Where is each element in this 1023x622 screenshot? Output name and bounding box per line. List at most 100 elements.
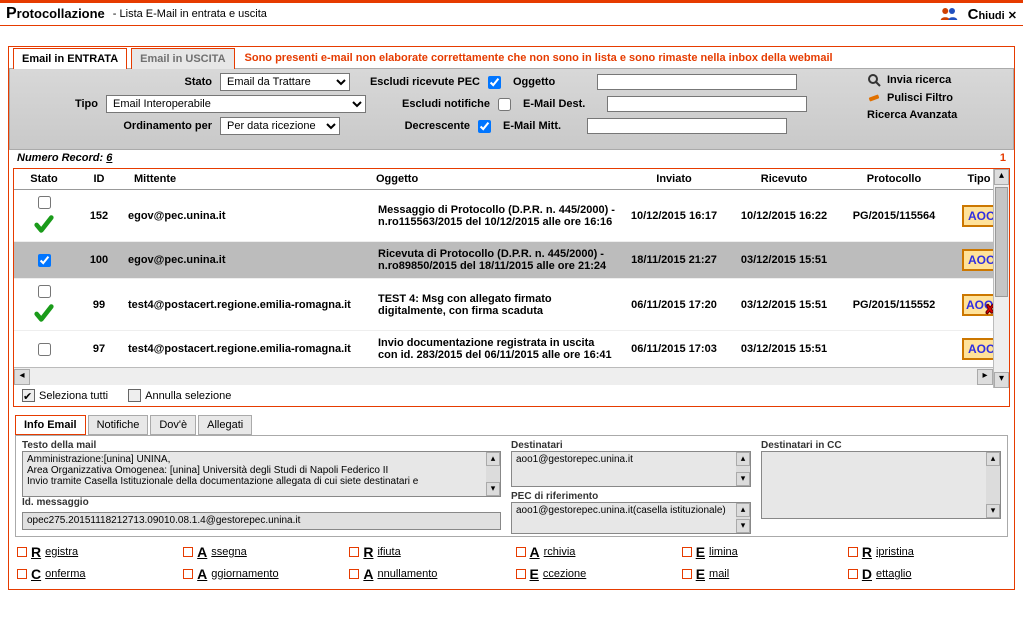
record-count-label: Numero Record: 6 bbox=[17, 152, 112, 164]
scroll-up-icon[interactable]: ▴ bbox=[994, 169, 1009, 185]
pec-riferimento-value[interactable]: aoo1@gestorepec.unina.it(casella istituz… bbox=[511, 502, 751, 534]
users-icon[interactable] bbox=[940, 7, 958, 21]
scroll-thumb[interactable] bbox=[995, 187, 1008, 297]
row-checkbox[interactable] bbox=[38, 285, 51, 298]
col-inviato[interactable]: Inviato bbox=[619, 169, 729, 190]
table-row[interactable]: 100egov@pec.unina.itRicevuta di Protocol… bbox=[14, 242, 1009, 279]
tab-allegati[interactable]: Allegati bbox=[198, 415, 252, 435]
action-dettaglio-button[interactable]: Dettaglio bbox=[848, 565, 1006, 583]
action-archivia-button[interactable]: Archivia bbox=[516, 543, 674, 561]
tab-notifiche[interactable]: Notifiche bbox=[88, 415, 149, 435]
square-icon bbox=[682, 569, 692, 579]
table-row[interactable]: 152egov@pec.unina.itMessaggio di Protoco… bbox=[14, 190, 1009, 242]
tab-email-uscita[interactable]: Email in USCITA bbox=[131, 48, 234, 69]
scroll-up-icon[interactable]: ▴ bbox=[736, 503, 750, 517]
row-checkbox[interactable] bbox=[38, 254, 51, 267]
pulisci-filtro-button[interactable]: Pulisci Filtro bbox=[867, 91, 1007, 105]
close-button[interactable]: Chiudi ✕ bbox=[968, 6, 1017, 23]
action-aggiornamento-button[interactable]: Aggiornamento bbox=[183, 565, 341, 583]
escludi-pec-checkbox[interactable] bbox=[488, 76, 501, 89]
scroll-up-icon[interactable]: ▴ bbox=[736, 452, 750, 466]
annulla-selezione-button[interactable]: Annulla selezione bbox=[128, 389, 231, 402]
decrescente-checkbox[interactable] bbox=[478, 120, 491, 133]
email-grid: Stato ID Mittente Oggetto Inviato Ricevu… bbox=[13, 168, 1010, 407]
table-row[interactable]: 99test4@postacert.regione.emilia-romagna… bbox=[14, 279, 1009, 331]
cell-ricevuto: 03/12/2015 15:51 bbox=[729, 242, 839, 279]
action-rifiuta-button[interactable]: Rifiuta bbox=[349, 543, 507, 561]
square-icon bbox=[516, 547, 526, 557]
row-checkbox[interactable] bbox=[38, 343, 51, 356]
square-icon bbox=[17, 547, 27, 557]
action-assegna-button[interactable]: Assegna bbox=[183, 543, 341, 561]
tab-info-email[interactable]: Info Email bbox=[15, 415, 86, 435]
action-conferma-button[interactable]: Conferma bbox=[17, 565, 175, 583]
testo-mail-label: Testo della mail bbox=[22, 440, 501, 451]
scroll-down-icon[interactable]: ▾ bbox=[736, 472, 750, 486]
destinatari-cc-value[interactable]: ▴▾ bbox=[761, 451, 1001, 519]
ricerca-avanzata-button[interactable]: Ricerca Avanzata bbox=[867, 109, 1007, 121]
scroll-right-icon[interactable]: ▸ bbox=[977, 369, 993, 385]
scroll-down-icon[interactable]: ▾ bbox=[736, 519, 750, 533]
table-row[interactable]: 97test4@postacert.regione.emilia-romagna… bbox=[14, 331, 1009, 368]
horizontal-scrollbar[interactable]: ◂ ▸ bbox=[14, 367, 1009, 385]
action-registra-button[interactable]: Registra bbox=[17, 543, 175, 561]
scroll-down-icon[interactable]: ▾ bbox=[986, 504, 1000, 518]
cell-oggetto: TEST 4: Msg con allegato firmato digital… bbox=[374, 279, 619, 331]
action-ripristina-button[interactable]: Ripristina bbox=[848, 543, 1006, 561]
app-title: Protocollazione bbox=[6, 5, 105, 23]
cell-inviato: 10/12/2015 16:17 bbox=[619, 190, 729, 242]
col-stato[interactable]: Stato bbox=[14, 169, 74, 190]
square-icon bbox=[682, 547, 692, 557]
tipo-select[interactable]: Email Interoperabile bbox=[106, 95, 366, 113]
tipo-badge: AOO bbox=[962, 205, 996, 227]
oggetto-label: Oggetto bbox=[513, 76, 593, 88]
col-mittente[interactable]: Mittente bbox=[124, 169, 374, 190]
close-icon: ✕ bbox=[1008, 10, 1017, 22]
eraser-icon bbox=[867, 91, 881, 105]
row-checkbox[interactable] bbox=[38, 196, 51, 209]
filter-bar: Stato Email da Trattare Escludi ricevute… bbox=[9, 68, 1014, 150]
email-dest-input[interactable] bbox=[607, 96, 807, 112]
action-email-button[interactable]: Email bbox=[682, 565, 840, 583]
ordinamento-select[interactable]: Per data ricezione bbox=[220, 117, 340, 135]
cell-ricevuto: 03/12/2015 15:51 bbox=[729, 331, 839, 368]
id-messaggio-value: opec275.20151118212713.09010.08.1.4@gest… bbox=[22, 512, 501, 530]
scroll-left-icon[interactable]: ◂ bbox=[14, 369, 30, 385]
escludi-notifiche-checkbox[interactable] bbox=[498, 98, 511, 111]
cell-id: 100 bbox=[74, 242, 124, 279]
escludi-pec-label: Escludi ricevute PEC bbox=[354, 76, 484, 88]
tab-email-entrata[interactable]: Email in ENTRATA bbox=[13, 48, 127, 69]
email-mitt-label: E-Mail Mitt. bbox=[503, 120, 583, 132]
cell-mittente: egov@pec.unina.it bbox=[124, 190, 374, 242]
decrescente-label: Decrescente bbox=[344, 120, 474, 132]
cell-id: 97 bbox=[74, 331, 124, 368]
cell-mittente: egov@pec.unina.it bbox=[124, 242, 374, 279]
email-mitt-input[interactable] bbox=[587, 118, 787, 134]
cell-oggetto: Messaggio di Protocollo (D.P.R. n. 445/2… bbox=[374, 190, 619, 242]
action-eccezione-button[interactable]: Eccezione bbox=[516, 565, 674, 583]
scroll-down-icon[interactable]: ▾ bbox=[994, 372, 1009, 388]
vertical-scrollbar[interactable]: ▴ ▾ bbox=[993, 169, 1009, 388]
col-oggetto[interactable]: Oggetto bbox=[374, 169, 619, 190]
scroll-down-icon[interactable]: ▾ bbox=[486, 482, 500, 496]
invia-ricerca-button[interactable]: Invia ricerca bbox=[867, 73, 1007, 87]
tipo-badge: AOO bbox=[962, 294, 996, 316]
destinatari-cc-label: Destinatari in CC bbox=[761, 440, 1001, 451]
col-ricevuto[interactable]: Ricevuto bbox=[729, 169, 839, 190]
seleziona-tutti-button[interactable]: ✔ Seleziona tutti bbox=[22, 389, 108, 402]
tab-dove[interactable]: Dov'è bbox=[150, 415, 196, 435]
action-annullamento-button[interactable]: Annullamento bbox=[349, 565, 507, 583]
testo-mail-value[interactable]: Amministrazione:[unina] UNINA, Area Orga… bbox=[22, 451, 501, 497]
check-all-icon: ✔ bbox=[22, 389, 35, 402]
scroll-up-icon[interactable]: ▴ bbox=[986, 452, 1000, 466]
title-bar: Protocollazione - Lista E-Mail in entrat… bbox=[0, 0, 1023, 26]
uncheck-all-icon bbox=[128, 389, 141, 402]
oggetto-input[interactable] bbox=[597, 74, 797, 90]
escludi-notifiche-label: Escludi notifiche bbox=[370, 98, 494, 110]
destinatari-value[interactable]: aoo1@gestorepec.unina.it ▴▾ bbox=[511, 451, 751, 487]
col-id[interactable]: ID bbox=[74, 169, 124, 190]
scroll-up-icon[interactable]: ▴ bbox=[486, 452, 500, 466]
col-protocollo[interactable]: Protocollo bbox=[839, 169, 949, 190]
action-elimina-button[interactable]: Elimina bbox=[682, 543, 840, 561]
stato-select[interactable]: Email da Trattare bbox=[220, 73, 350, 91]
